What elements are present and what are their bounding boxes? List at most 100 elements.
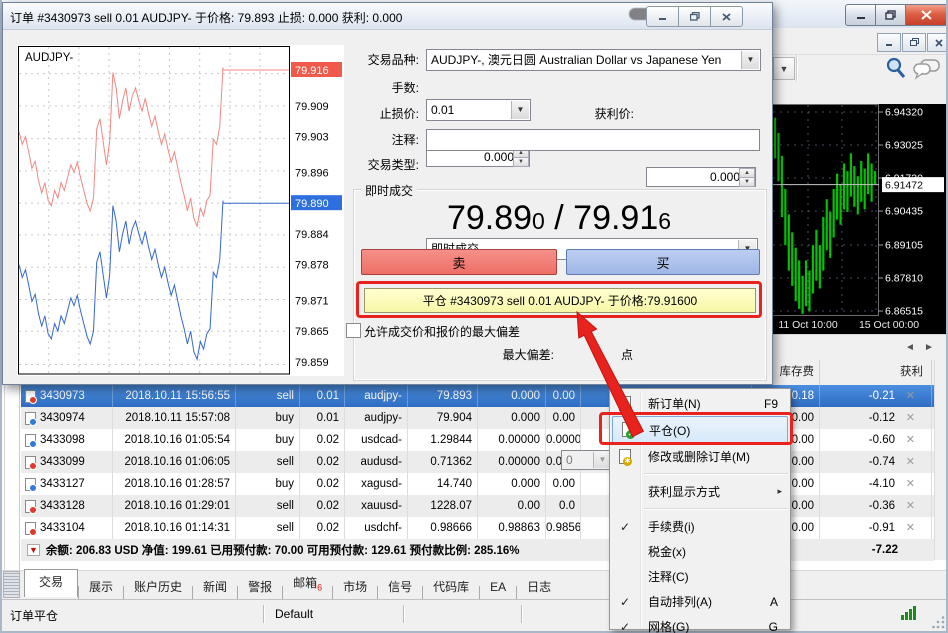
close-order-icon[interactable]: ✕ bbox=[906, 495, 915, 517]
dialog-titlebar[interactable]: 订单 #3430973 sell 0.01 AUDJPY- 于价格: 79.89… bbox=[3, 3, 772, 30]
spin-down-icon[interactable]: ▼ bbox=[739, 177, 755, 187]
dropdown-icon[interactable]: ▼ bbox=[741, 51, 759, 69]
mdi-close-icon[interactable] bbox=[927, 33, 948, 52]
svg-text:15 Oct 00:00: 15 Oct 00:00 bbox=[859, 319, 919, 331]
table-row[interactable]: 34330982018.10.16 01:05:54buy0.02usdcad-… bbox=[21, 429, 934, 451]
sell-button[interactable]: 卖 bbox=[361, 249, 557, 275]
left-scroll-icon[interactable]: ◄ bbox=[905, 341, 915, 354]
chart-scrollbar[interactable]: ◄ ► bbox=[772, 334, 946, 361]
order-cell: 3433099 bbox=[21, 451, 113, 473]
annotation-box-menu-item bbox=[599, 412, 793, 445]
summary-marker-icon[interactable]: ▼ bbox=[27, 544, 40, 556]
table-row[interactable]: 34309732018.10.11 15:56:55sell0.01audjpy… bbox=[21, 385, 934, 407]
spin-up-icon[interactable]: ▲ bbox=[739, 168, 755, 177]
menu-item-获利显示方式[interactable]: 获利显示方式▸ bbox=[610, 479, 790, 504]
symbol-cell: usdchf- bbox=[345, 517, 408, 539]
open-time-cell: 2018.10.16 01:29:01 bbox=[113, 495, 236, 517]
tab-代码库[interactable]: 代码库 bbox=[423, 575, 479, 599]
minimize-icon[interactable] bbox=[845, 4, 876, 26]
open-time-cell: 2018.10.11 15:57:08 bbox=[113, 407, 236, 429]
dropdown-icon[interactable]: ▼ bbox=[511, 101, 529, 119]
toolbar-dropdown-icon[interactable]: ▼ bbox=[773, 57, 795, 80]
execution-group-title: 即时成交 bbox=[361, 182, 417, 199]
restore-icon[interactable] bbox=[679, 6, 711, 27]
table-row[interactable]: 34330992018.10.16 01:06:05sell0.02audusd… bbox=[21, 451, 934, 473]
volume-cell: 0.01 bbox=[300, 385, 345, 407]
open-time-cell: 2018.10.16 01:28:57 bbox=[113, 473, 236, 495]
order-number: 3430974 bbox=[40, 407, 85, 429]
check-icon: ✓ bbox=[620, 520, 630, 534]
tab-警报[interactable]: 警报 bbox=[238, 575, 282, 599]
close-icon[interactable] bbox=[711, 6, 743, 27]
table-row[interactable]: 34331272018.10.16 01:28:57buy0.02xagusd-… bbox=[21, 473, 934, 495]
total-profit: -7.22 bbox=[872, 544, 934, 556]
tab-市场[interactable]: 市场 bbox=[333, 575, 377, 599]
tab-交易[interactable]: 交易 bbox=[24, 569, 78, 597]
tp-cell: 0.00 bbox=[546, 473, 581, 495]
table-row[interactable]: 34331282018.10.16 01:29:01sell0.02xauusd… bbox=[21, 495, 934, 517]
mdi-minimize-icon[interactable] bbox=[877, 33, 901, 52]
order-cell: 3433104 bbox=[21, 517, 113, 539]
tab-邮箱[interactable]: 邮箱6 bbox=[283, 571, 332, 599]
takeprofit-input[interactable] bbox=[647, 168, 743, 186]
terminal-price-chart[interactable]: 6.943206.930256.917306.904356.891056.878… bbox=[772, 104, 946, 334]
close-order-icon[interactable]: ✕ bbox=[906, 385, 915, 407]
menu-item-修改或删除订单(M)[interactable]: ✱修改或删除订单(M) bbox=[610, 444, 790, 469]
minimize-icon[interactable] bbox=[646, 6, 679, 27]
close-order-icon[interactable]: ✕ bbox=[906, 451, 915, 473]
menu-item-自动排列(A)[interactable]: ✓自动排列(A)A bbox=[610, 589, 790, 614]
volume-select[interactable]: 0.01▼ bbox=[426, 99, 531, 121]
order-number: 3430973 bbox=[40, 385, 85, 407]
max-deviation-select: 0▼ bbox=[561, 450, 613, 470]
symbol-cell: usdcad- bbox=[345, 429, 408, 451]
resize-grip[interactable] bbox=[932, 616, 946, 630]
menu-item-税金(x)[interactable]: 税金(x) bbox=[610, 539, 790, 564]
max-deviation-label: 最大偏差: bbox=[424, 344, 554, 366]
symbol-cell: audjpy- bbox=[345, 407, 408, 429]
open-time-cell: 2018.10.11 15:56:55 bbox=[113, 385, 236, 407]
main-window-controls bbox=[845, 4, 948, 26]
menu-item-注释(C)[interactable]: 注释(C) bbox=[610, 564, 790, 589]
statusbar-profile[interactable]: Default bbox=[265, 600, 403, 632]
svg-text:79.878: 79.878 bbox=[295, 260, 329, 272]
table-row[interactable]: 34309742018.10.11 15:57:08buy0.01audjpy-… bbox=[21, 407, 934, 429]
buy-button[interactable]: 买 bbox=[566, 249, 760, 275]
tab-信号[interactable]: 信号 bbox=[378, 575, 422, 599]
tab-展示[interactable]: 展示 bbox=[79, 575, 123, 599]
comment-input[interactable] bbox=[426, 129, 760, 151]
mdi-restore-icon[interactable] bbox=[902, 33, 926, 52]
sl-cell: 0.000 bbox=[478, 407, 546, 429]
close-order-icon[interactable]: ✕ bbox=[906, 517, 915, 539]
search-icon[interactable] bbox=[884, 56, 908, 85]
order-type-icon bbox=[25, 390, 36, 403]
chat-icon[interactable] bbox=[912, 58, 942, 85]
takeprofit-field[interactable]: ▲▼ bbox=[646, 167, 756, 187]
spin-down-icon[interactable]: ▼ bbox=[513, 157, 529, 167]
tab-EA[interactable]: EA bbox=[480, 575, 516, 599]
close-order-icon[interactable]: ✕ bbox=[906, 429, 915, 451]
type-cell: buy bbox=[236, 473, 300, 495]
symbol-select[interactable]: AUDJPY-, 澳元日圆 Australian Dollar vs Japan… bbox=[426, 49, 761, 71]
table-row[interactable]: 34331042018.10.16 01:14:31sell0.02usdchf… bbox=[21, 517, 934, 539]
deviation-checkbox[interactable] bbox=[346, 323, 361, 338]
docked-panel-tab-icon[interactable] bbox=[3, 571, 20, 598]
tab-日志[interactable]: 日志 bbox=[517, 575, 561, 599]
tab-新闻[interactable]: 新闻 bbox=[193, 575, 237, 599]
menu-item-手续费(i)[interactable]: ✓手续费(i) bbox=[610, 514, 790, 539]
order-type-icon bbox=[25, 456, 36, 469]
header-cell[interactable]: 获利 bbox=[820, 360, 932, 385]
tp-cell: 0.9856 bbox=[546, 517, 581, 539]
close-order-icon[interactable]: ✕ bbox=[906, 473, 915, 495]
close-order-icon[interactable]: ✕ bbox=[906, 407, 915, 429]
svg-text:11 Oct 10:00: 11 Oct 10:00 bbox=[778, 319, 838, 331]
right-scroll-icon[interactable]: ► bbox=[924, 341, 934, 354]
restore-icon[interactable] bbox=[876, 4, 906, 26]
tab-账户历史[interactable]: 账户历史 bbox=[124, 575, 192, 599]
menu-item-网格(G)[interactable]: ✓网格(G)G bbox=[610, 614, 790, 633]
close-icon[interactable] bbox=[906, 4, 948, 26]
type-cell: sell bbox=[236, 495, 300, 517]
mail-badge: 6 bbox=[317, 582, 322, 592]
modify-order-icon: ✱ bbox=[617, 449, 633, 465]
type-cell: buy bbox=[236, 407, 300, 429]
order-number: 3433099 bbox=[40, 451, 85, 473]
